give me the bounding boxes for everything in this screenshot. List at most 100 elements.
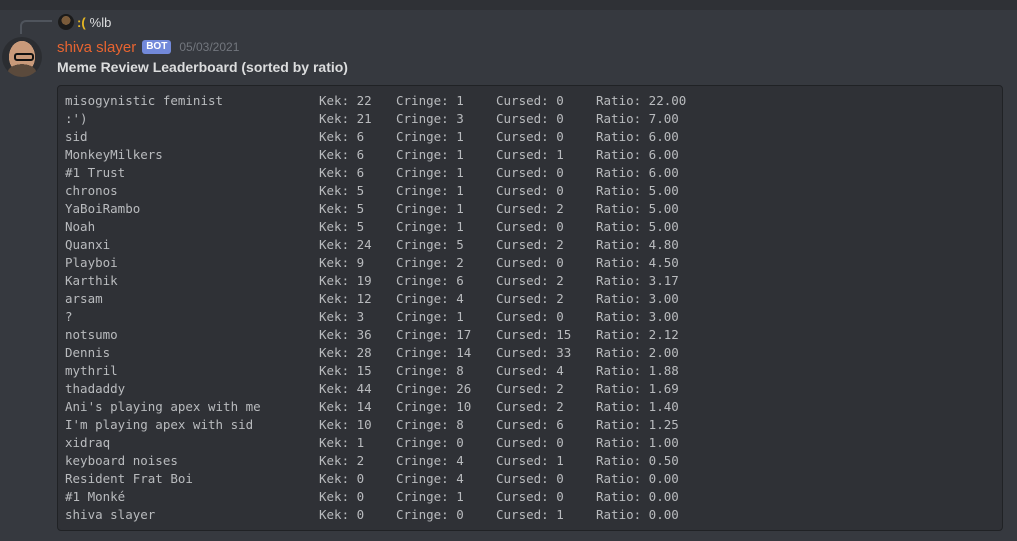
reply-avatar[interactable] (58, 14, 74, 30)
leaderboard-kek-cell: Kek: 2 (319, 453, 365, 468)
leaderboard-name-cell: Ani's playing apex with me (65, 399, 261, 414)
leaderboard-cursed-cell: Cursed: 0 (496, 219, 564, 234)
message-header: shiva slayer BOT 05/03/2021 (57, 37, 239, 57)
leaderboard-cursed-cell: Cursed: 2 (496, 291, 564, 306)
leaderboard-cursed-cell: Cursed: 15 (496, 327, 572, 342)
leaderboard-cursed-cell: Cursed: 0 (496, 489, 564, 504)
leaderboard-row: keyboard noises Kek: 2 Cringe: 4 Cursed: 1 R… (65, 452, 995, 470)
leaderboard-cursed-cell: Cursed: 0 (496, 471, 564, 486)
leaderboard-kek-cell: Kek: 44 (319, 381, 372, 396)
leaderboard-cursed-cell: Cursed: 2 (496, 237, 564, 252)
leaderboard-ratio-cell: Ratio: 0.00 (596, 507, 679, 522)
leaderboard-row: I'm playing apex with sid Kek: 10 Cringe: … (65, 416, 995, 434)
reply-connector (20, 20, 52, 34)
leaderboard-cringe-cell: Cringe: 1 (396, 129, 464, 144)
leaderboard-cringe-cell: Cringe: 8 (396, 417, 464, 432)
leaderboard-cursed-cell: Cursed: 2 (496, 201, 564, 216)
leaderboard-ratio-cell: Ratio: 1.40 (596, 399, 679, 414)
leaderboard-ratio-cell: Ratio: 3.00 (596, 291, 679, 306)
avatar[interactable] (2, 37, 42, 77)
leaderboard-kek-cell: Kek: 1 (319, 435, 365, 450)
leaderboard-kek-cell: Kek: 6 (319, 147, 365, 162)
leaderboard-row: #1 Trust Kek: 6 Cringe: 1 Cursed: 0 Ratio: 6… (65, 164, 995, 182)
leaderboard-cringe-cell: Cringe: 1 (396, 183, 464, 198)
reply-reference[interactable]: :( %lb (58, 13, 111, 31)
leaderboard-cringe-cell: Cringe: 1 (396, 147, 464, 162)
leaderboard-name-cell: I'm playing apex with sid (65, 417, 254, 432)
leaderboard-name-cell: chronos (65, 183, 118, 198)
leaderboard-cringe-cell: Cringe: 5 (396, 237, 464, 252)
leaderboard-cringe-cell: Cringe: 0 (396, 435, 464, 450)
leaderboard-cringe-cell: Cringe: 1 (396, 309, 464, 324)
leaderboard-row: Playboi Kek: 9 Cringe: 2 Cursed: 0 Ratio: 4.… (65, 254, 995, 272)
timestamp[interactable]: 05/03/2021 (179, 40, 239, 54)
leaderboard-name-cell: thadaddy (65, 381, 126, 396)
leaderboard-cringe-cell: Cringe: 1 (396, 201, 464, 216)
leaderboard-ratio-cell: Ratio: 5.00 (596, 201, 679, 216)
leaderboard-cringe-cell: Cringe: 1 (396, 165, 464, 180)
leaderboard-name-cell: xidraq (65, 435, 111, 450)
leaderboard-row: Noah Kek: 5 Cringe: 1 Cursed: 0 Ratio: 5.00 (65, 218, 995, 236)
leaderboard-cringe-cell: Cringe: 10 (396, 399, 472, 414)
leaderboard-kek-cell: Kek: 21 (319, 111, 372, 126)
leaderboard-kek-cell: Kek: 36 (319, 327, 372, 342)
leaderboard-row: arsam Kek: 12 Cringe: 4 Cursed: 2 Ratio: 3.0… (65, 290, 995, 308)
leaderboard-cringe-cell: Cringe: 17 (396, 327, 472, 342)
leaderboard-ratio-cell: Ratio: 0.00 (596, 489, 679, 504)
leaderboard-row: Ani's playing apex with me Kek: 14 Cringe:… (65, 398, 995, 416)
leaderboard-cringe-cell: Cringe: 1 (396, 93, 464, 108)
leaderboard-row: xidraq Kek: 1 Cringe: 0 Cursed: 0 Ratio: 1.0… (65, 434, 995, 452)
leaderboard-kek-cell: Kek: 5 (319, 201, 365, 216)
leaderboard-cursed-cell: Cursed: 0 (496, 435, 564, 450)
leaderboard-ratio-cell: Ratio: 0.00 (596, 471, 679, 486)
leaderboard-cursed-cell: Cursed: 1 (496, 453, 564, 468)
bot-badge: BOT (142, 40, 172, 54)
leaderboard-name-cell: YaBoiRambo (65, 201, 141, 216)
glasses-icon (14, 53, 34, 61)
leaderboard-name-cell: misogynistic feminist (65, 93, 224, 108)
leaderboard-name-cell: shiva slayer (65, 507, 156, 522)
leaderboard-cursed-cell: Cursed: 33 (496, 345, 572, 360)
leaderboard-name-cell: keyboard noises (65, 453, 178, 468)
leaderboard-kek-cell: Kek: 0 (319, 471, 365, 486)
leaderboard-row: sid Kek: 6 Cringe: 1 Cursed: 0 Ratio: 6.00 (65, 128, 995, 146)
leaderboard-cringe-cell: Cringe: 26 (396, 381, 472, 396)
leaderboard-name-cell: Quanxi (65, 237, 111, 252)
leaderboard-name-cell: Karthik (65, 273, 118, 288)
leaderboard-ratio-cell: Ratio: 3.00 (596, 309, 679, 324)
leaderboard-ratio-cell: Ratio: 2.12 (596, 327, 679, 342)
reply-text[interactable]: %lb (90, 15, 112, 30)
leaderboard-cursed-cell: Cursed: 0 (496, 309, 564, 324)
leaderboard-cursed-cell: Cursed: 0 (496, 165, 564, 180)
top-divider (0, 0, 1017, 10)
leaderboard-name-cell: ? (65, 309, 73, 324)
leaderboard-cringe-cell: Cringe: 4 (396, 291, 464, 306)
leaderboard-cursed-cell: Cursed: 0 (496, 93, 564, 108)
leaderboard-ratio-cell: Ratio: 5.00 (596, 219, 679, 234)
leaderboard-row: #1 Monké Kek: 0 Cringe: 1 Cursed: 0 Ratio: 0… (65, 488, 995, 506)
leaderboard-cursed-cell: Cursed: 4 (496, 363, 564, 378)
leaderboard-cringe-cell: Cringe: 14 (396, 345, 472, 360)
leaderboard-cringe-cell: Cringe: 1 (396, 219, 464, 234)
username[interactable]: shiva slayer (57, 39, 136, 56)
leaderboard-kek-cell: Kek: 0 (319, 489, 365, 504)
reply-username[interactable]: :( (77, 15, 86, 30)
leaderboard-cursed-cell: Cursed: 6 (496, 417, 564, 432)
leaderboard-row: Karthik Kek: 19 Cringe: 6 Cursed: 2 Ratio: 3… (65, 272, 995, 290)
leaderboard-name-cell: mythril (65, 363, 118, 378)
leaderboard-kek-cell: Kek: 5 (319, 183, 365, 198)
leaderboard-kek-cell: Kek: 12 (319, 291, 372, 306)
leaderboard-row: ? Kek: 3 Cringe: 1 Cursed: 0 Ratio: 3.00 (65, 308, 995, 326)
leaderboard-name-cell: Dennis (65, 345, 111, 360)
leaderboard-row: MonkeyMilkers Kek: 6 Cringe: 1 Cursed: 1 Rat… (65, 146, 995, 164)
leaderboard-kek-cell: Kek: 19 (319, 273, 372, 288)
leaderboard-row: shiva slayer Kek: 0 Cringe: 0 Cursed: 1 Rati… (65, 506, 995, 524)
leaderboard-cursed-cell: Cursed: 0 (496, 183, 564, 198)
leaderboard-kek-cell: Kek: 6 (319, 129, 365, 144)
leaderboard-row: Dennis Kek: 28 Cringe: 14 Cursed: 33 Ratio: … (65, 344, 995, 362)
leaderboard-name-cell: notsumo (65, 327, 118, 342)
leaderboard-cringe-cell: Cringe: 4 (396, 453, 464, 468)
leaderboard-name-cell: Playboi (65, 255, 118, 270)
leaderboard-ratio-cell: Ratio: 4.50 (596, 255, 679, 270)
leaderboard-ratio-cell: Ratio: 1.25 (596, 417, 679, 432)
